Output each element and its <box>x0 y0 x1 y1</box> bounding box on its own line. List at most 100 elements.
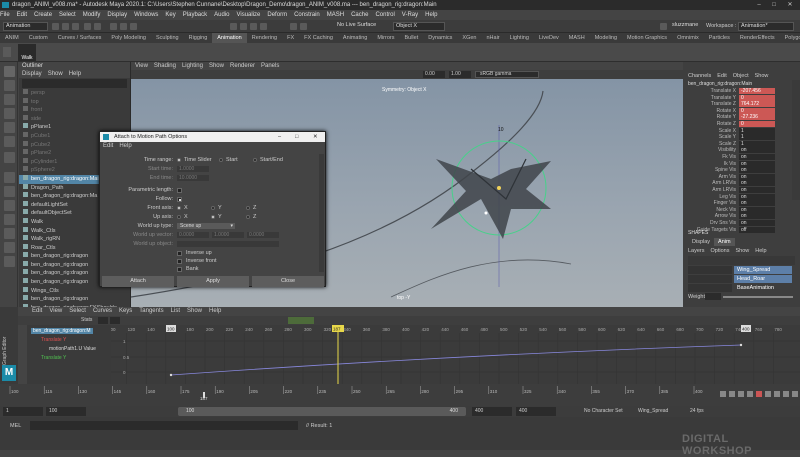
sign-in-icon[interactable] <box>660 23 667 30</box>
channel-box-menu-item[interactable]: Show <box>755 73 769 79</box>
anim-layer-row[interactable]: Wing_Spread <box>688 266 795 274</box>
start-time-field[interactable]: 1.0000 <box>177 166 209 172</box>
curve-key[interactable] <box>739 343 743 347</box>
move-tool-icon[interactable] <box>4 108 15 119</box>
redo-icon[interactable] <box>94 23 101 30</box>
graph-menu-item[interactable]: List <box>171 308 180 314</box>
viewport-menu-item[interactable]: Lighting <box>182 63 203 69</box>
close-dialog-button[interactable]: Close <box>252 276 324 287</box>
snap-curve-icon[interactable] <box>240 23 247 30</box>
world-up-vector-z[interactable]: 0.0000 <box>247 232 279 238</box>
menu-constrain[interactable]: Constrain <box>294 12 320 18</box>
graph-menu-item[interactable]: View <box>49 308 62 314</box>
channel-value[interactable]: on <box>739 187 775 193</box>
dialog-menu-item[interactable]: Help <box>119 143 131 149</box>
outliner-layout-icon[interactable] <box>4 228 15 239</box>
shelf-tab[interactable]: Rendering <box>247 33 282 43</box>
bank-checkbox[interactable] <box>177 266 182 272</box>
graph-menu-item[interactable]: Tangents <box>139 308 163 314</box>
channel-value[interactable]: on <box>739 193 775 200</box>
anim-layer-dropdown[interactable]: Wing_Spread <box>638 408 668 414</box>
shelf-tab[interactable]: Curves / Surfaces <box>53 33 107 43</box>
graph-layout-icon[interactable] <box>4 242 15 253</box>
save-scene-icon[interactable] <box>72 23 79 30</box>
shelf-tab[interactable]: Rigging <box>184 33 213 43</box>
menu-deform[interactable]: Deform <box>267 12 287 18</box>
shelf-tab[interactable]: Custom <box>24 33 53 43</box>
channel-value[interactable]: on <box>739 220 775 226</box>
graph-outliner-item[interactable]: ben_dragon_rig:dragon:M <box>31 328 93 334</box>
front-axis-z-radio[interactable] <box>246 206 250 210</box>
menu-control[interactable]: Control <box>375 12 394 18</box>
channel-value[interactable]: off <box>739 226 775 233</box>
outliner-search-input[interactable] <box>22 79 127 88</box>
close-button[interactable]: ✕ <box>783 0 797 10</box>
menu-modify[interactable]: Modify <box>83 12 101 18</box>
walk-shelf-button[interactable]: Walk <box>18 44 36 61</box>
shelf-tab[interactable]: Animating <box>338 33 372 43</box>
select-object-icon[interactable] <box>120 23 127 30</box>
channel-value[interactable]: on <box>739 167 775 174</box>
graph-outliner-item[interactable]: Translate Y <box>41 355 66 361</box>
range-end-field[interactable]: 400 <box>472 407 512 416</box>
start-radio[interactable] <box>219 158 223 162</box>
anim-layer-row[interactable]: BaseAnimation <box>688 284 795 292</box>
shelf-tab[interactable]: Dynamics <box>423 33 457 43</box>
shelf-tab[interactable]: Lighting <box>505 33 534 43</box>
channel-value[interactable]: on <box>739 160 775 167</box>
paint-select-icon[interactable] <box>4 94 15 105</box>
buffer-curve-icon[interactable] <box>288 317 314 324</box>
attach-button[interactable]: Attach <box>102 276 174 287</box>
layer-buttons[interactable] <box>688 266 732 274</box>
shelf-tab[interactable]: Mirrors <box>372 33 399 43</box>
ipr-render-icon[interactable] <box>300 23 307 30</box>
channel-value[interactable]: on <box>739 173 775 180</box>
motion-path-curve[interactable] <box>170 344 742 376</box>
menu-select[interactable]: Select <box>59 12 76 18</box>
menu-audio[interactable]: Audio <box>214 12 229 18</box>
shelf-tab[interactable]: ANIM <box>0 33 24 43</box>
channel-value[interactable]: 764.172 <box>739 101 775 108</box>
start-frame-field[interactable]: 1 <box>3 407 43 416</box>
shelf-tab[interactable]: LiveDev <box>534 33 564 43</box>
shelf-tab[interactable]: FX Caching <box>299 33 338 43</box>
user-account-dropdown[interactable]: sluzzmane <box>670 22 710 31</box>
outliner-menu-item[interactable]: Help <box>69 71 81 77</box>
menu-mash[interactable]: MASH <box>327 12 344 18</box>
menu-key[interactable]: Key <box>165 12 175 18</box>
select-component-icon[interactable] <box>130 23 137 30</box>
snap-grid-icon[interactable] <box>230 23 237 30</box>
channel-value[interactable]: on <box>739 200 775 207</box>
up-axis-y-radio[interactable] <box>211 215 215 219</box>
persp-graph-layout-icon[interactable] <box>4 200 15 211</box>
anim-layer-row[interactable]: Head_Roar <box>688 275 795 283</box>
gamma-field[interactable]: 1.00 <box>449 71 471 78</box>
channel-value[interactable]: on <box>739 147 775 154</box>
layer-menu-item[interactable]: Options <box>711 248 730 254</box>
time-slider-radio[interactable] <box>177 158 181 162</box>
viewport-menu-item[interactable]: View <box>135 63 148 69</box>
shelf-tab[interactable]: Poly Modeling <box>106 33 151 43</box>
last-tool-icon[interactable] <box>4 152 15 163</box>
shelf-tab[interactable]: Sculpting <box>151 33 184 43</box>
outliner-menu-item[interactable]: Show <box>48 71 63 77</box>
command-input[interactable] <box>30 421 298 430</box>
channel-value[interactable]: -207.456 <box>739 88 775 94</box>
weight-field[interactable] <box>705 293 721 300</box>
parametric-length-checkbox[interactable] <box>177 187 182 193</box>
world-up-vector-x[interactable]: 0.0000 <box>177 232 209 238</box>
apply-button[interactable]: Apply <box>177 276 249 287</box>
channel-value[interactable]: -27.236 <box>739 114 775 121</box>
menu-playback[interactable]: Playback <box>183 12 207 18</box>
layer-buttons[interactable] <box>688 275 732 283</box>
shelf-tab[interactable]: Motion Graphics <box>622 33 672 43</box>
stats-field-2[interactable] <box>110 317 120 324</box>
menu-set-dropdown[interactable]: Animation <box>3 22 48 31</box>
world-up-object-field[interactable] <box>177 241 279 247</box>
channel-value[interactable]: 0 <box>739 94 775 101</box>
viewport-menu-item[interactable]: Shading <box>154 63 176 69</box>
graph-outliner-item[interactable]: motionPath1.U Value <box>49 346 96 352</box>
world-up-vector-y[interactable]: 1.0000 <box>212 232 244 238</box>
graph-editor-graph[interactable]: 1001201401601802002202402602803003203403… <box>111 325 800 384</box>
channel-box-object[interactable]: ben_dragon_rig:dragon:Main <box>688 81 793 87</box>
